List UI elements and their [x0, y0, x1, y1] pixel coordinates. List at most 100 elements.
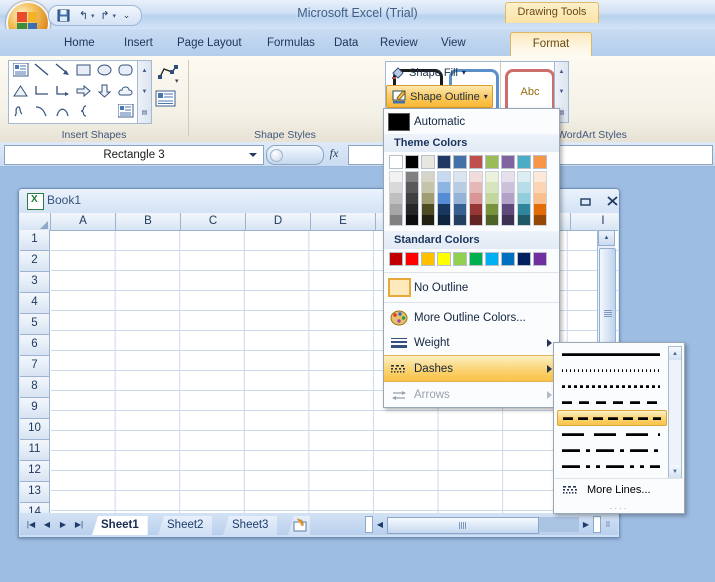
shapes-gallery[interactable] — [8, 60, 138, 124]
theme-color-variant-6-3[interactable] — [485, 204, 499, 215]
column-header-d[interactable]: D — [246, 213, 311, 231]
dash-scroll-down-icon[interactable]: ▼ — [669, 465, 681, 478]
edit-shape-button[interactable]: ▾ — [155, 61, 181, 85]
theme-color-variant-0-3[interactable] — [389, 204, 403, 215]
horizontal-scrollbar[interactable]: ◀ ▶ ⠿ — [365, 516, 615, 534]
horizontal-scroll-thumb[interactable] — [387, 517, 539, 534]
theme-color-variant-9-4[interactable] — [533, 215, 547, 226]
dash-scroll-up-icon[interactable]: ▲ — [669, 347, 681, 360]
shapes-gallery-scroll[interactable]: ▲ ▼ ▤ — [137, 60, 152, 124]
theme-color-variant-6-1[interactable] — [485, 182, 499, 193]
theme-color-variant-5-0[interactable] — [469, 171, 483, 182]
theme-color-variant-0-4[interactable] — [389, 215, 403, 226]
shape-line-icon[interactable] — [32, 62, 52, 80]
dash-style-list[interactable] — [557, 346, 667, 479]
standard-colors-row[interactable] — [384, 249, 559, 270]
row-header-8[interactable]: 8 — [20, 377, 50, 398]
tab-home[interactable]: Home — [55, 32, 104, 56]
shape-cloud-icon[interactable] — [116, 83, 136, 101]
nav-first-sheet-icon[interactable]: |◀ — [23, 516, 39, 533]
row-header-7[interactable]: 7 — [20, 356, 50, 377]
column-header-a[interactable]: A — [51, 213, 116, 231]
theme-color-variant-1-0[interactable] — [405, 171, 419, 182]
gallery-scroll-up-icon[interactable]: ▲ — [138, 61, 151, 82]
menu-item-automatic[interactable]: Automatic — [384, 109, 559, 134]
theme-color-variant-7-0[interactable] — [501, 171, 515, 182]
select-all-button[interactable] — [20, 213, 51, 231]
standard-color-swatch-1[interactable] — [405, 252, 419, 266]
theme-color-swatch-7[interactable] — [501, 155, 515, 169]
shape-fill-dropdown-icon[interactable]: ▾ — [462, 68, 466, 77]
theme-color-variant-1-4[interactable] — [405, 215, 419, 226]
dash-style-solid[interactable] — [557, 346, 667, 362]
standard-color-swatch-3[interactable] — [437, 252, 451, 266]
theme-color-variant-1-2[interactable] — [405, 193, 419, 204]
sheet-nav-buttons[interactable]: |◀ ◀ ▶ ▶| — [23, 516, 89, 533]
shape-scribble-icon[interactable] — [11, 103, 31, 121]
dash-style-dash[interactable] — [557, 394, 667, 410]
theme-color-variant-2-2[interactable] — [421, 193, 435, 204]
theme-color-swatch-2[interactable] — [421, 155, 435, 169]
standard-color-swatch-7[interactable] — [501, 252, 515, 266]
standard-color-swatch-9[interactable] — [533, 252, 547, 266]
scroll-up-icon[interactable]: ▲ — [598, 230, 615, 246]
theme-color-variant-column-8[interactable] — [517, 171, 531, 226]
theme-color-variant-column-4[interactable] — [453, 171, 467, 226]
theme-color-variant-7-4[interactable] — [501, 215, 515, 226]
theme-color-variant-6-2[interactable] — [485, 193, 499, 204]
tab-page-layout[interactable]: Page Layout — [168, 32, 251, 56]
row-header-13[interactable]: 13 — [20, 482, 50, 503]
formula-bar-expand-toggle[interactable] — [266, 145, 324, 165]
customize-qat-icon[interactable]: ⌄ — [117, 7, 136, 24]
theme-color-variant-7-2[interactable] — [501, 193, 515, 204]
theme-color-swatch-8[interactable] — [517, 155, 531, 169]
theme-color-variant-column-9[interactable] — [533, 171, 547, 226]
menu-item-more-outline-colors[interactable]: More Outline Colors... — [384, 305, 559, 330]
standard-color-swatch-6[interactable] — [485, 252, 499, 266]
shape-elbow-arrow-connector-icon[interactable] — [53, 83, 73, 101]
standard-color-swatch-5[interactable] — [469, 252, 483, 266]
shape-brace-icon[interactable] — [74, 103, 94, 121]
sheet-tab-sheet3[interactable]: Sheet3 — [223, 516, 278, 535]
menu-item-dashes[interactable]: Dashes — [384, 355, 559, 382]
column-header-e[interactable]: E — [311, 213, 376, 231]
shape-curve-icon[interactable] — [32, 103, 52, 121]
hscroll-left-icon[interactable]: ◀ — [373, 517, 387, 532]
shape-arrow-icon[interactable] — [53, 62, 73, 80]
theme-color-variant-3-3[interactable] — [437, 204, 451, 215]
theme-color-variant-2-0[interactable] — [421, 171, 435, 182]
name-box[interactable]: Rectangle 3 — [4, 145, 264, 165]
gallery-scroll-down-icon[interactable]: ▼ — [138, 82, 151, 103]
theme-color-variant-9-1[interactable] — [533, 182, 547, 193]
row-header-1[interactable]: 1 — [20, 230, 50, 251]
undo-dropdown-icon[interactable]: ▾ — [91, 12, 95, 20]
shape-outline-dropdown-menu[interactable]: Automatic Theme Colors Standard Colors N… — [383, 108, 560, 408]
gallery-more-icon[interactable]: ▤ — [138, 102, 151, 123]
shape-arc-icon[interactable] — [53, 103, 73, 121]
theme-color-variant-3-0[interactable] — [437, 171, 451, 182]
row-header-9[interactable]: 9 — [20, 398, 50, 419]
theme-color-variant-3-1[interactable] — [437, 182, 451, 193]
tab-formulas[interactable]: Formulas — [258, 32, 324, 56]
insert-worksheet-button[interactable] — [288, 516, 310, 535]
name-box-dropdown-icon[interactable] — [249, 153, 257, 157]
shape-oval-icon[interactable] — [95, 62, 115, 80]
theme-color-variant-9-2[interactable] — [533, 193, 547, 204]
theme-color-variant-5-3[interactable] — [469, 204, 483, 215]
theme-color-variant-8-4[interactable] — [517, 215, 531, 226]
theme-color-variant-column-0[interactable] — [389, 171, 403, 226]
column-header-i[interactable]: I — [571, 213, 618, 231]
theme-color-variant-column-5[interactable] — [469, 171, 483, 226]
theme-color-variant-1-3[interactable] — [405, 204, 419, 215]
workbook-close-button[interactable] — [604, 193, 621, 208]
theme-color-variant-5-2[interactable] — [469, 193, 483, 204]
workbook-minimize-button[interactable] — [577, 193, 594, 208]
hscroll-right-icon[interactable]: ▶ — [579, 517, 593, 532]
theme-colors-variant-rows[interactable] — [384, 169, 559, 226]
tab-data[interactable]: Data — [325, 32, 367, 56]
theme-color-variant-3-2[interactable] — [437, 193, 451, 204]
theme-color-variant-8-0[interactable] — [517, 171, 531, 182]
theme-color-variant-column-6[interactable] — [485, 171, 499, 226]
resize-grip-icon[interactable]: ⠿ — [601, 517, 615, 532]
theme-color-variant-column-2[interactable] — [421, 171, 435, 226]
